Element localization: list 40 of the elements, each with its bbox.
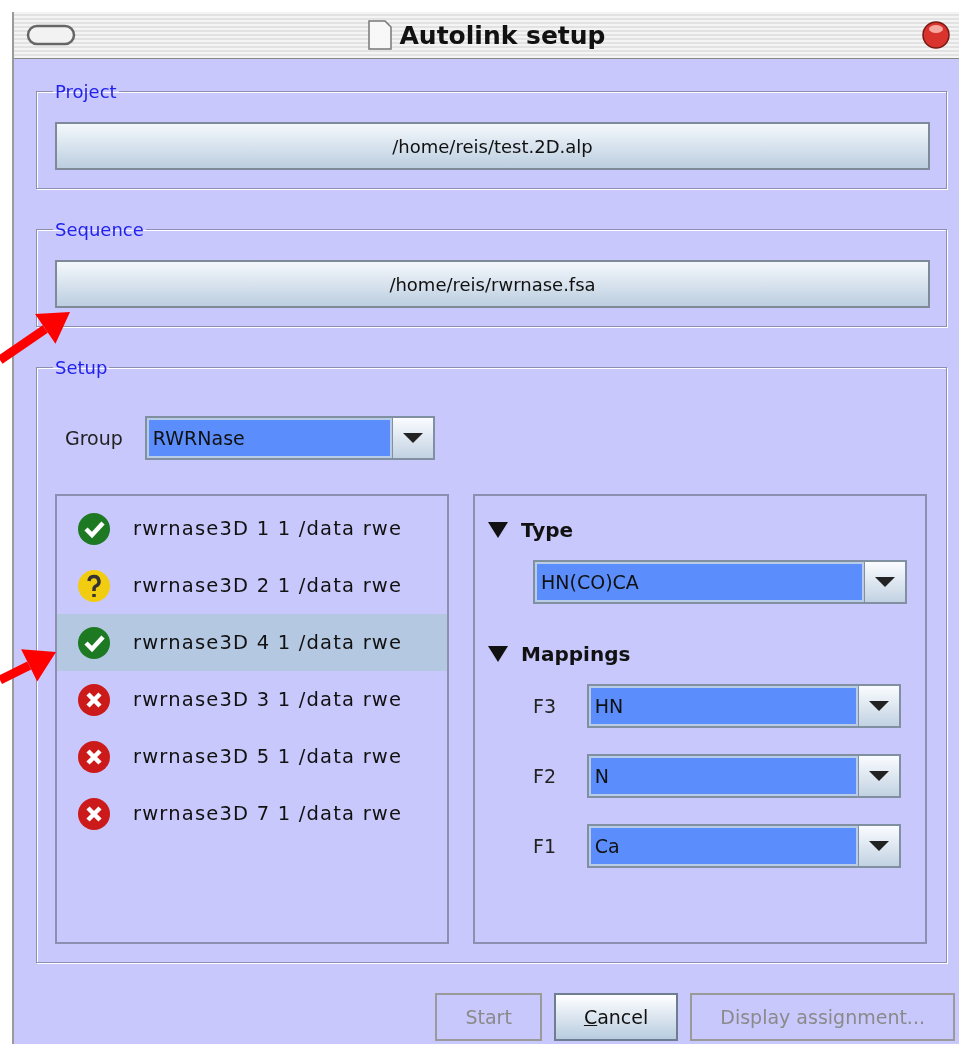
annotation-arrow xyxy=(0,649,56,685)
dropdown[interactable]: N xyxy=(586,754,901,798)
field-label: F1 xyxy=(533,835,558,857)
dropdown[interactable]: Ca xyxy=(586,824,901,868)
list-item[interactable]: rwrnase3D 4 1 /data rwe xyxy=(57,614,447,671)
list-item[interactable]: rwrnase3D 1 1 /data rwe xyxy=(57,500,447,557)
caret-icon xyxy=(873,575,897,589)
list-item[interactable]: rwrnase3D 3 1 /data rwe xyxy=(57,671,447,728)
item-label: rwrnase3D 3 1 /data rwe xyxy=(133,688,403,711)
caret-icon xyxy=(867,769,891,783)
section-title: Mappings xyxy=(521,642,631,666)
section-title: Type xyxy=(521,518,574,542)
item-label: rwrnase3D 4 1 /data rwe xyxy=(133,631,403,654)
caret-icon xyxy=(867,699,891,713)
dropdown[interactable]: HN xyxy=(586,684,901,728)
pill-icon[interactable] xyxy=(26,24,78,46)
field-label: F2 xyxy=(533,765,558,787)
group-title: Project xyxy=(54,81,118,102)
list-item[interactable]: rwrnase3D 5 1 /data rwe xyxy=(57,728,447,785)
group-title: Sequence xyxy=(54,219,145,240)
dropdown[interactable]: HN(CO)CA xyxy=(533,560,907,604)
path-button[interactable]: /home/reis/rwrnase.fsa xyxy=(55,260,930,308)
path-button[interactable]: /home/reis/test.2D.alp xyxy=(55,122,930,170)
close-button[interactable] xyxy=(921,20,951,50)
item-label: rwrnase3D 7 1 /data rwe xyxy=(133,802,403,825)
item-label: rwrnase3D 5 1 /data rwe xyxy=(133,745,403,768)
item-label: rwrnase3D 2 1 /data rwe xyxy=(133,574,403,597)
field-label: Group xyxy=(65,427,123,449)
dropdown[interactable]: RWRNase xyxy=(144,416,435,460)
window-title: Autolink setup xyxy=(399,20,606,50)
list-item[interactable]: rwrnase3D 7 1 /data rwe xyxy=(57,785,447,842)
field-label: F3 xyxy=(533,695,558,717)
disclosure-triangle-icon[interactable] xyxy=(487,520,509,540)
disclosure-triangle-icon[interactable] xyxy=(487,644,509,664)
list-item[interactable]: rwrnase3D 2 1 /data rwe xyxy=(57,557,447,614)
document-icon xyxy=(367,20,394,50)
item-label: rwrnase3D 1 1 /data rwe xyxy=(133,517,403,540)
caret-icon xyxy=(867,839,891,853)
group-title: Setup xyxy=(54,357,109,378)
dialog-button[interactable]: Cancel xyxy=(553,993,679,1041)
